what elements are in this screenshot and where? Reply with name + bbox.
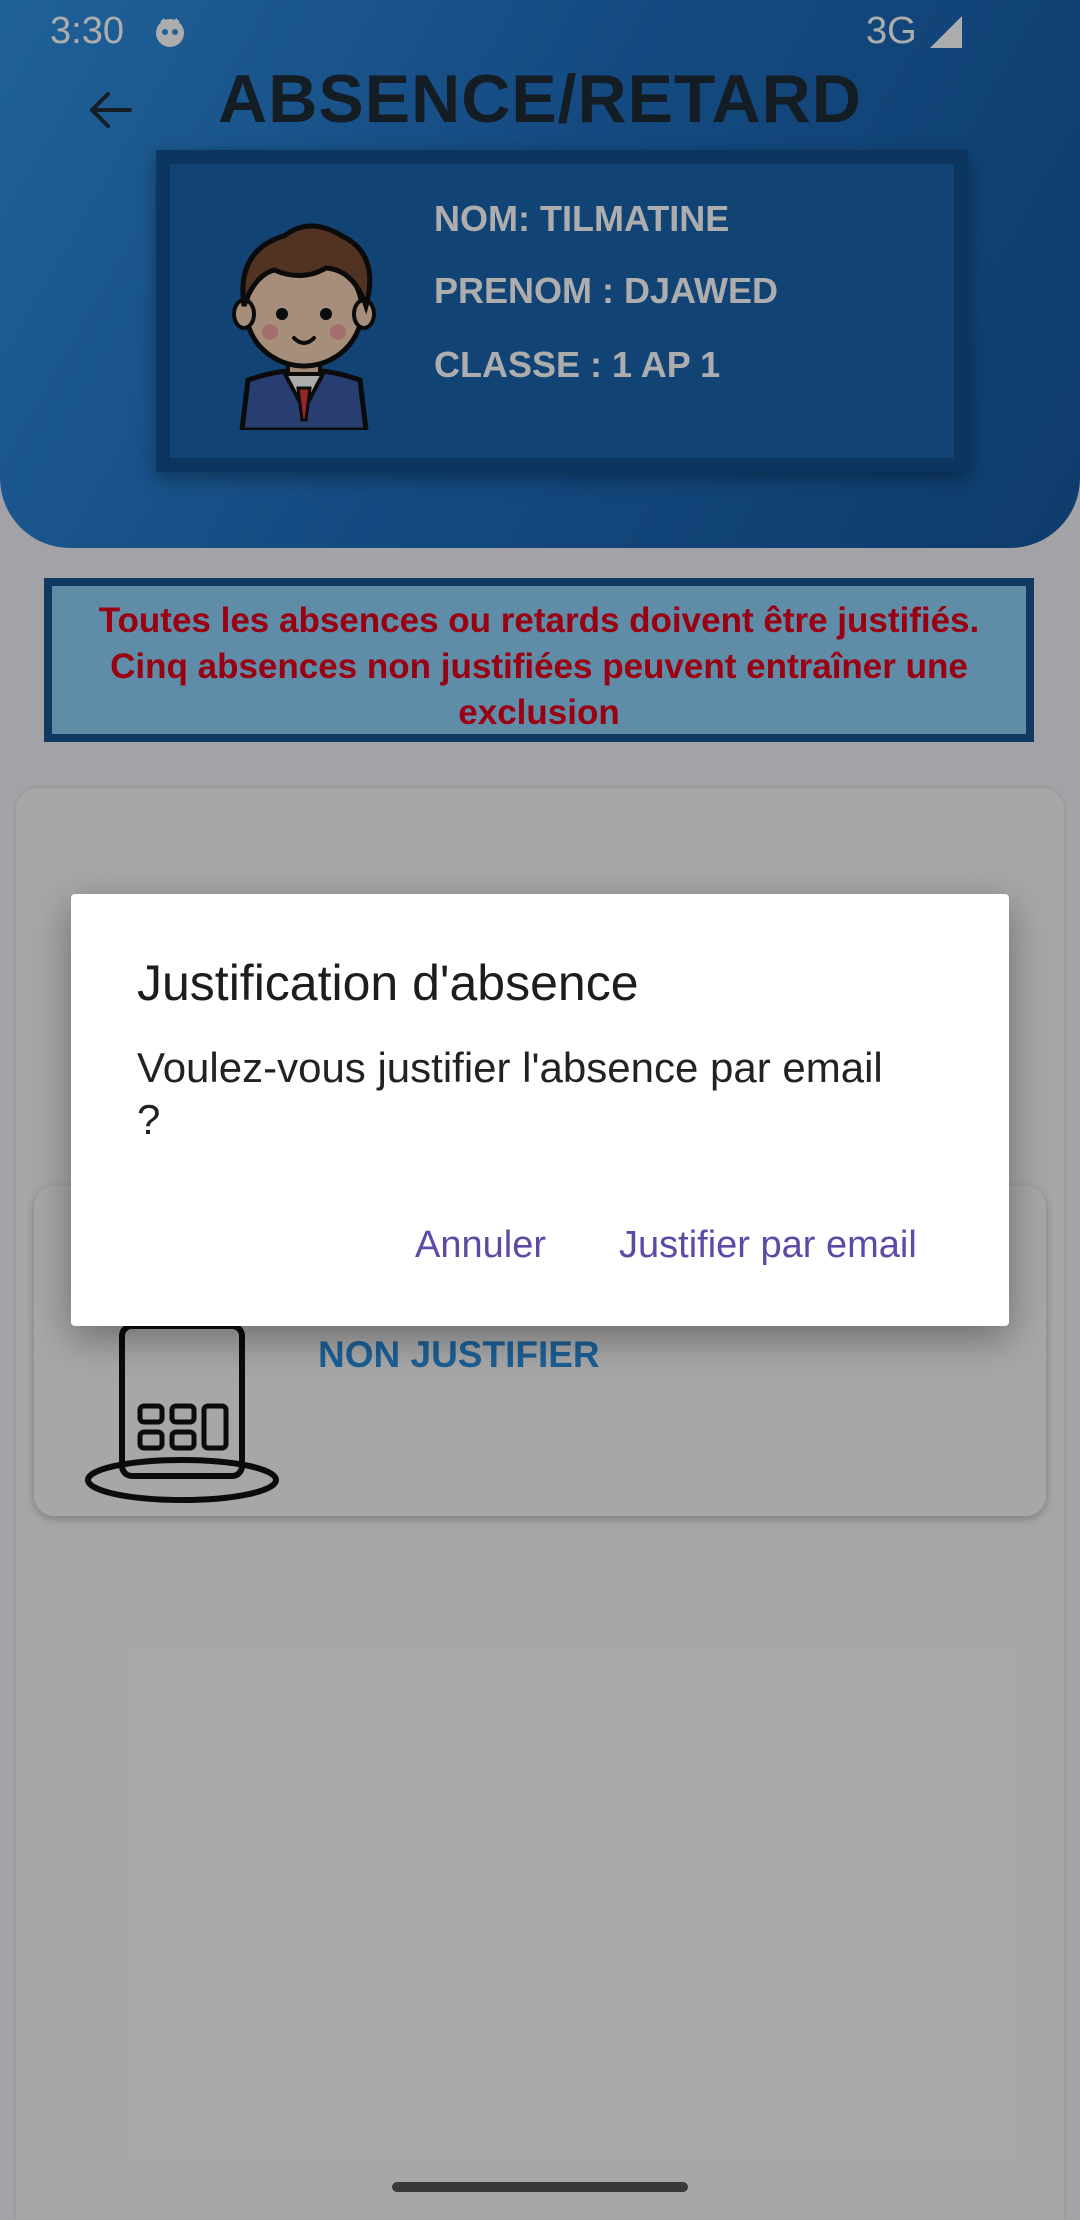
justification-dialog: Justification d'absence Voulez-vous just… bbox=[71, 894, 1009, 1326]
screen: 3:30 3G ABSENCE/RETARD NOM: TILMATINE PR… bbox=[0, 0, 1080, 2220]
cancel-button[interactable]: Annuler bbox=[415, 1224, 546, 1267]
justify-by-email-button[interactable]: Justifier par email bbox=[619, 1224, 917, 1267]
dialog-message: Voulez-vous justifier l'absence par emai… bbox=[137, 1044, 883, 1143]
dialog-title: Justification d'absence bbox=[137, 955, 639, 1011]
